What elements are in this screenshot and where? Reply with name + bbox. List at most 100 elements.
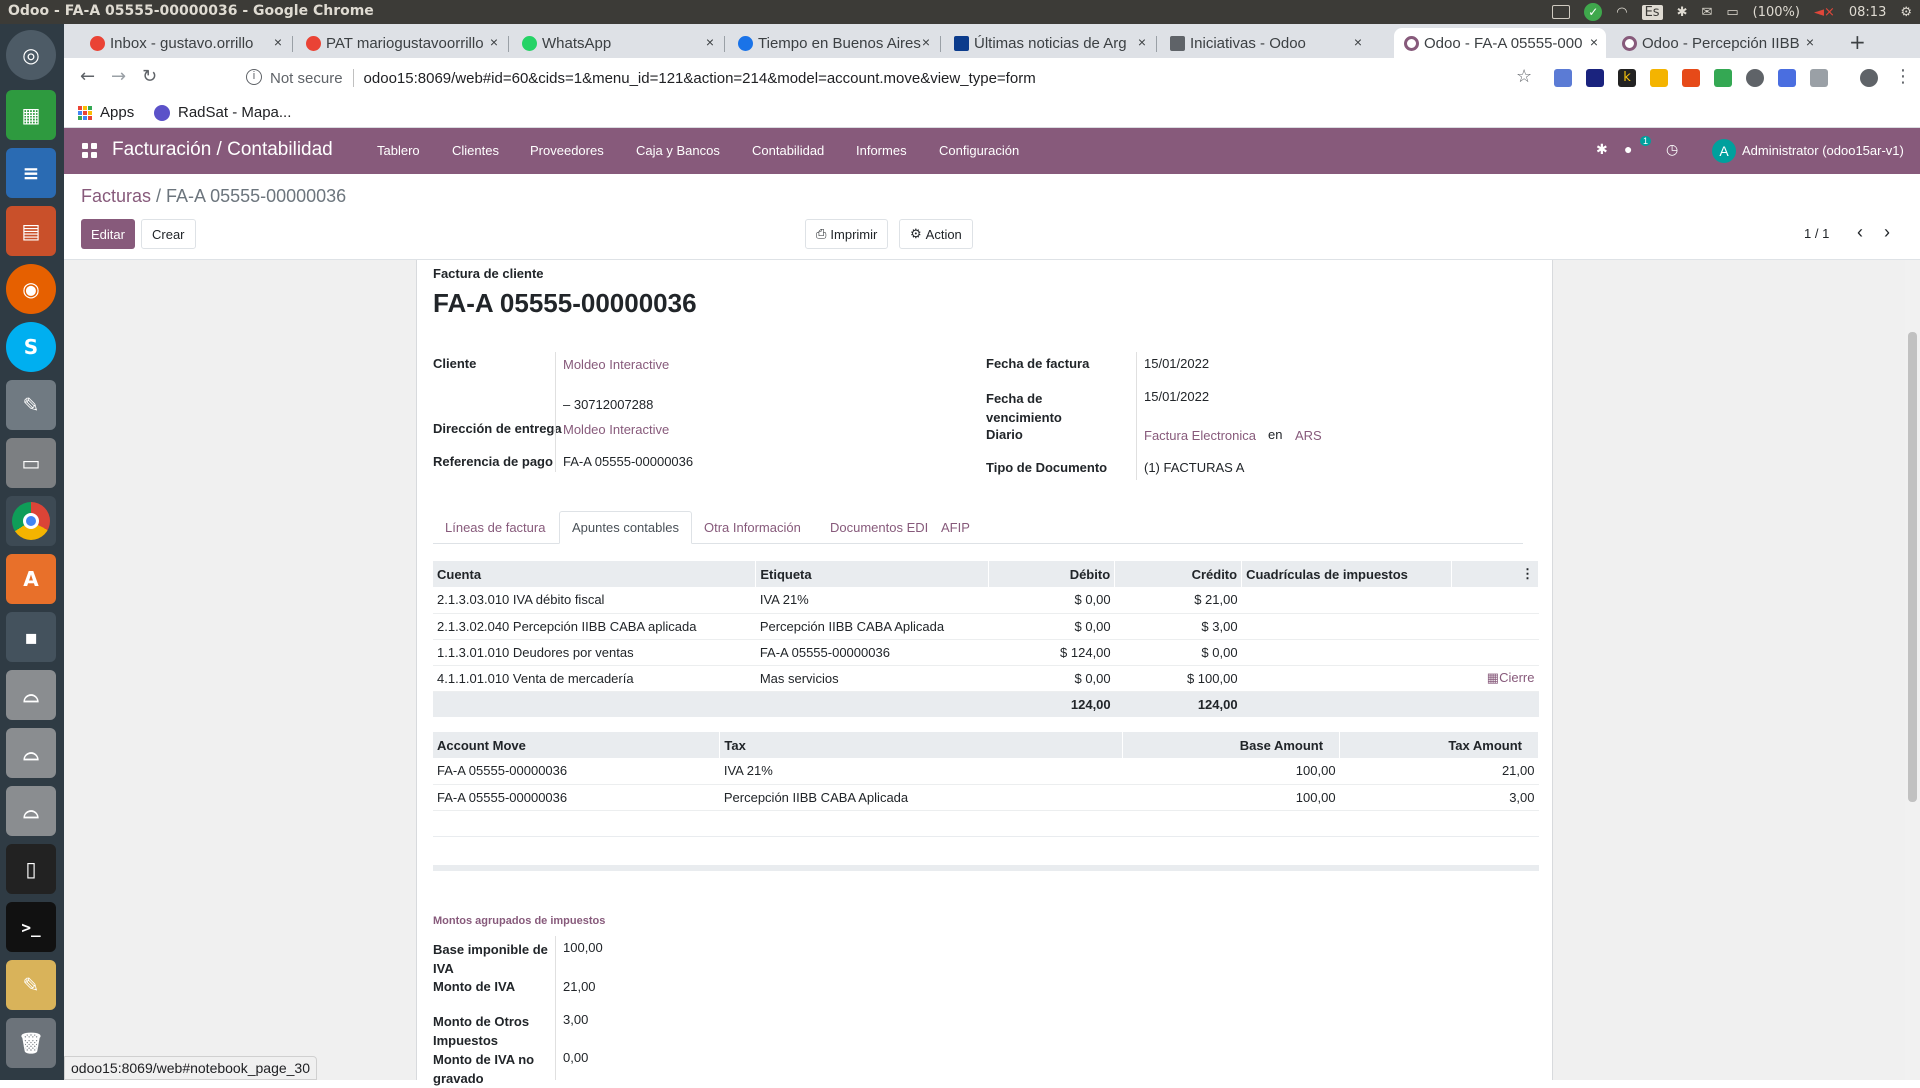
tipo-documento-value[interactable]: (1) FACTURAS A <box>1144 460 1244 475</box>
cliente-value[interactable]: Moldeo Interactive <box>563 357 669 372</box>
browser-tab-active[interactable]: Odoo - FA-A 05555-000 × <box>1394 28 1606 58</box>
table-row[interactable]: FA-A 05555-00000036 Percepción IIBB CABA… <box>433 784 1539 811</box>
currency-value[interactable]: ARS <box>1295 428 1322 443</box>
skype-icon[interactable]: S <box>6 322 56 372</box>
print-button[interactable]: ⎙ Imprimir <box>805 219 889 249</box>
col-header-credito[interactable]: Crédito <box>1114 561 1243 587</box>
col-header-tax[interactable]: Tax <box>719 732 1124 758</box>
activity-clock-icon[interactable]: ◷ <box>1666 141 1678 158</box>
close-tab-icon[interactable]: × <box>1806 34 1814 50</box>
menu-tablero[interactable]: Tablero <box>377 143 420 158</box>
page-scrollbar[interactable] <box>1905 260 1920 1080</box>
reload-icon[interactable]: ↻ <box>142 66 157 87</box>
software-center-icon[interactable]: A <box>6 554 56 604</box>
col-header-debito[interactable]: Débito <box>988 561 1116 587</box>
tab-apuntes-contables[interactable]: Apuntes contables <box>559 511 692 544</box>
disk-drive-icon[interactable]: ⌓ <box>6 728 56 778</box>
cierre-button[interactable]: ▦Cierre <box>1451 665 1539 692</box>
fecha-factura-value[interactable]: 15/01/2022 <box>1144 356 1209 371</box>
extension-icon[interactable] <box>1586 69 1604 87</box>
user-avatar[interactable]: A <box>1712 139 1736 163</box>
extension-icon[interactable] <box>1682 69 1700 87</box>
mail-icon[interactable]: ✉ <box>1701 5 1712 20</box>
impress-presentation-icon[interactable]: ▤ <box>6 206 56 256</box>
pager-value[interactable]: 1 / 1 <box>1804 226 1829 241</box>
scrollbar-thumb[interactable] <box>1908 332 1917 802</box>
menu-informes[interactable]: Informes <box>856 143 907 158</box>
fecha-vencimiento-value[interactable]: 15/01/2022 <box>1144 389 1209 404</box>
apps-menu-icon[interactable] <box>82 143 98 159</box>
workspace-switcher-icon[interactable]: ▪ <box>6 612 56 662</box>
app-brand[interactable]: Facturación / Contabilidad <box>112 139 333 161</box>
clock[interactable]: 08:13 <box>1849 5 1886 20</box>
direccion-entrega-value[interactable]: Moldeo Interactive <box>563 422 669 437</box>
drive-icon[interactable] <box>1552 5 1571 19</box>
user-menu[interactable]: Administrator (odoo15ar-v1) <box>1742 143 1904 158</box>
close-tab-icon[interactable]: × <box>1590 34 1598 50</box>
forward-icon[interactable]: → <box>111 66 126 87</box>
chrome-menu-icon[interactable]: ⋮ <box>1894 66 1912 87</box>
info-icon[interactable]: i <box>246 69 262 85</box>
phone-device-icon[interactable]: ▯ <box>6 844 56 894</box>
keyboard-layout[interactable]: Es <box>1641 4 1663 20</box>
table-row[interactable]: 4.1.1.01.010 Venta de mercadería Mas ser… <box>433 665 1539 692</box>
close-tab-icon[interactable]: × <box>922 34 930 50</box>
writer-document-icon[interactable]: ≡ <box>6 148 56 198</box>
diario-value[interactable]: Factura Electronica <box>1144 428 1256 443</box>
close-tab-icon[interactable]: × <box>1138 34 1146 50</box>
system-tools-icon[interactable]: ✎ <box>6 380 56 430</box>
table-row[interactable]: 2.1.3.03.010 IVA débito fiscal IVA 21% $… <box>433 587 1539 614</box>
back-icon[interactable]: ← <box>80 66 95 87</box>
col-header-tax-amount[interactable]: Tax Amount <box>1339 732 1539 758</box>
close-tab-icon[interactable]: × <box>1354 34 1362 50</box>
volume-muted-icon[interactable]: ◄× <box>1814 5 1835 20</box>
wifi-icon[interactable]: ◠ <box>1616 5 1627 20</box>
col-header-cuenta[interactable]: Cuenta <box>433 561 757 587</box>
chat-icon[interactable]: ● <box>1624 141 1632 157</box>
tab-otra-informacion[interactable]: Otra Información <box>692 511 813 544</box>
url-text[interactable]: odoo15:8069/web#id=60&cids=1&menu_id=121… <box>364 70 1036 87</box>
menu-proveedores[interactable]: Proveedores <box>530 143 604 158</box>
close-tab-icon[interactable]: × <box>274 34 282 50</box>
settings-gear-icon[interactable]: ⚙ <box>1900 5 1912 20</box>
bookmark-radsat[interactable]: RadSat - Mapa... <box>154 104 291 121</box>
address-bar[interactable]: i Not secure odoo15:8069/web#id=60&cids=… <box>174 62 1574 94</box>
breadcrumb-facturas-link[interactable]: Facturas <box>81 186 151 206</box>
browser-tab[interactable]: Inbox - gustavo.orrillo × <box>80 28 290 58</box>
terminal-icon[interactable]: >_ <box>6 902 56 952</box>
browser-tab[interactable]: Iniciativas - Odoo × <box>1160 28 1370 58</box>
menu-clientes[interactable]: Clientes <box>452 143 499 158</box>
menu-caja-bancos[interactable]: Caja y Bancos <box>636 143 720 158</box>
trash-icon[interactable]: 🗑 <box>6 1018 56 1068</box>
extension-icon[interactable]: k <box>1618 69 1636 87</box>
browser-tab[interactable]: Últimas noticias de Arg × <box>944 28 1154 58</box>
file-cabinet-icon[interactable]: ▭ <box>6 438 56 488</box>
bookmark-star-icon[interactable]: ☆ <box>1516 66 1532 87</box>
extension-icon[interactable] <box>1554 69 1572 87</box>
security-status[interactable]: Not secure <box>270 70 343 87</box>
extension-icon[interactable] <box>1714 69 1732 87</box>
disk-drive-icon[interactable]: ⌓ <box>6 786 56 836</box>
col-header-account-move[interactable]: Account Move <box>433 732 721 758</box>
firefox-icon[interactable]: ◉ <box>6 264 56 314</box>
table-row[interactable]: FA-A 05555-00000036 IVA 21% 100,00 21,00 <box>433 758 1539 785</box>
edit-button[interactable]: Editar <box>81 219 135 249</box>
menu-contabilidad[interactable]: Contabilidad <box>752 143 824 158</box>
battery-icon[interactable]: ▭ <box>1726 5 1738 20</box>
bluetooth-icon[interactable]: ✱ <box>1677 5 1688 20</box>
bookmark-apps[interactable]: Apps <box>78 104 134 121</box>
menu-configuracion[interactable]: Configuración <box>939 143 1019 158</box>
browser-tab[interactable]: WhatsApp × <box>512 28 722 58</box>
extension-icon[interactable] <box>1778 69 1796 87</box>
browser-tab[interactable]: Tiempo en Buenos Aires × <box>728 28 938 58</box>
tab-lineas-factura[interactable]: Líneas de factura <box>433 511 557 544</box>
action-button[interactable]: ⚙ Action <box>899 219 973 249</box>
extension-icon[interactable] <box>1810 69 1828 87</box>
profile-avatar-icon[interactable] <box>1860 69 1878 87</box>
col-header-cuadriculas[interactable]: Cuadrículas de impuestos <box>1241 561 1452 587</box>
browser-tab[interactable]: PAT mariogustavoorrillo × <box>296 28 506 58</box>
debug-bug-icon[interactable]: ✱ <box>1596 141 1608 158</box>
pager-previous-icon[interactable]: ‹ <box>1857 222 1863 243</box>
table-row[interactable]: 1.1.3.01.010 Deudores por ventas FA-A 05… <box>433 639 1539 666</box>
browser-tab[interactable]: Odoo - Percepción IIBB × <box>1612 28 1822 58</box>
